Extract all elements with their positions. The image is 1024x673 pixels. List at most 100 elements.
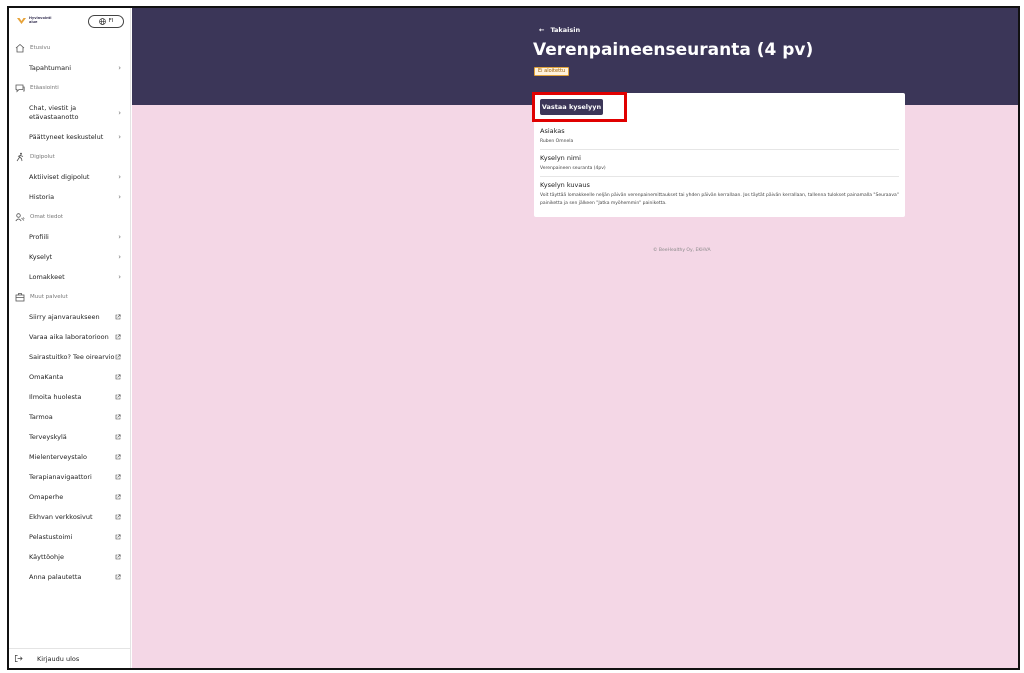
sidebar-item-label: Omaperhe (29, 492, 64, 501)
sidebar-item-label: Ekhvan verkkosivut (29, 512, 93, 521)
sidebar-item[interactable]: Kyselyt › (9, 247, 131, 267)
services-icon (15, 293, 25, 302)
chevron-right-icon: › (118, 193, 121, 201)
sidebar-item-label: Terveyskylä (29, 432, 67, 441)
sidebar-item-label: Aktiiviset digipolut (29, 172, 90, 181)
external-link-icon (115, 314, 121, 320)
logout-icon (14, 654, 23, 663)
field-value: Verenpaineen seuranta (4pv) (540, 166, 606, 171)
sidebar-item[interactable]: Käyttöohje (9, 547, 131, 567)
logo-text-line2: alue (29, 20, 38, 24)
external-link-icon (115, 534, 121, 540)
external-link-icon (115, 554, 121, 560)
section-label: Digipolut (30, 154, 55, 160)
back-link[interactable]: ← Takaisin (539, 26, 580, 34)
sidebar-item-label: Pelastustoimi (29, 532, 73, 541)
chevron-right-icon: › (118, 273, 121, 281)
questionnaire-card: Vastaa kyselyyn Asiakas Ruben Omnela Kys… (532, 92, 905, 217)
arrow-left-icon: ← (539, 26, 545, 34)
footer-copyright: © BeeHealthy Oy, EKHVA (653, 248, 711, 253)
chevron-right-icon: › (118, 108, 121, 117)
field-questionnaire-description: Kyselyn kuvaus Voit täyttää lomakkeelle … (540, 181, 899, 208)
sidebar-item[interactable]: Tapahtumani › (9, 58, 131, 78)
sidebar-section-header: Etusivu (9, 38, 131, 58)
sidebar-item-label: Mielenterveystalo (29, 452, 87, 461)
logout-button[interactable]: Kirjaudu ulos (9, 648, 131, 668)
sidebar-section-header: Muut palvelut (9, 287, 131, 307)
field-questionnaire-name: Kyselyn nimi Verenpaineen seuranta (4pv) (540, 154, 899, 173)
divider (540, 149, 899, 150)
status-badge: Ei aloitettu (534, 67, 570, 76)
page-title: Verenpaineenseuranta (4 pv) (533, 40, 814, 60)
sidebar-item-label: Käyttöohje (29, 552, 64, 561)
external-link-icon (115, 454, 121, 460)
sidebar-item[interactable]: Terveyskylä (9, 427, 131, 447)
sidebar-item[interactable]: Historia › (9, 187, 131, 207)
back-label: Takaisin (550, 26, 581, 34)
sidebar-item[interactable]: Sairastuitko? Tee oirearvio (9, 347, 131, 367)
chevron-right-icon: › (118, 64, 121, 72)
sidebar-item-label: Historia (29, 192, 55, 201)
home-icon (15, 43, 25, 53)
logo[interactable]: Hyvinvointi alue (17, 16, 51, 25)
sidebar-section-header: Digipolut (9, 147, 131, 167)
sidebar-item[interactable]: Pelastustoimi (9, 527, 131, 547)
sidebar-item-label: OmaKanta (29, 372, 64, 381)
sidebar-item[interactable]: Profiili › (9, 227, 131, 247)
language-button[interactable]: FI (88, 14, 124, 28)
sidebar-item-label: Varaa aika laboratorioon (29, 332, 109, 341)
sidebar-item[interactable]: OmaKanta (9, 367, 131, 387)
sidebar-item-label: Tarmoa (29, 412, 53, 421)
sidebar-item[interactable]: Siirry ajanvaraukseen (9, 307, 131, 327)
app-frame: Hyvinvointi alue FI Etusivu Tapahtumani › E… (7, 6, 1020, 670)
external-link-icon (115, 514, 121, 520)
sidebar-item[interactable]: Chat, viestit ja etävastaanotto › (9, 98, 131, 127)
logo-icon (17, 18, 26, 24)
chevron-right-icon: › (118, 133, 121, 141)
chevron-right-icon: › (118, 253, 121, 261)
sidebar-item[interactable]: Ilmoita huolesta (9, 387, 131, 407)
external-link-icon (115, 574, 121, 580)
sidebar-section-header: Etäasiointi (9, 78, 131, 98)
external-link-icon (115, 414, 121, 420)
sidebar-item[interactable]: Varaa aika laboratorioon (9, 327, 131, 347)
walk-icon (16, 152, 24, 162)
field-client: Asiakas Ruben Omnela (540, 127, 899, 146)
external-link-icon (115, 334, 121, 340)
divider (540, 176, 899, 177)
chevron-right-icon: › (118, 233, 121, 241)
sidebar-item-label: Siirry ajanvaraukseen (29, 312, 100, 321)
section-label: Etäasiointi (30, 85, 59, 91)
sidebar-item-label: Ilmoita huolesta (29, 392, 82, 401)
sidebar-item[interactable]: Aktiiviset digipolut › (9, 167, 131, 187)
language-label: FI (108, 18, 114, 24)
external-link-icon (115, 394, 121, 400)
field-label: Kyselyn kuvaus (540, 181, 590, 189)
sidebar-header: Hyvinvointi alue FI (9, 8, 130, 34)
sidebar-item-label: Chat, viestit ja etävastaanotto (29, 103, 79, 121)
globe-icon (98, 17, 106, 25)
sidebar-item[interactable]: Terapianavigaattori (9, 467, 131, 487)
sidebar-item-label: Lomakkeet (29, 272, 65, 281)
sidebar-item-label: Tapahtumani (29, 63, 72, 72)
sidebar-item[interactable]: Omaperhe (9, 487, 131, 507)
logout-label: Kirjaudu ulos (37, 654, 80, 663)
sidebar-item-label: Terapianavigaattori (29, 472, 92, 481)
sidebar-item[interactable]: Tarmoa (9, 407, 131, 427)
sidebar-item[interactable]: Mielenterveystalo (9, 447, 131, 467)
answer-questionnaire-button[interactable]: Vastaa kyselyyn (540, 99, 603, 115)
sidebar-item[interactable]: Ekhvan verkkosivut (9, 507, 131, 527)
external-link-icon (115, 354, 121, 360)
sidebar-item-label: Profiili (29, 232, 49, 241)
sidebar-item[interactable]: Anna palautetta (9, 567, 131, 587)
main-content: ← Takaisin Verenpaineenseuranta (4 pv) E… (132, 8, 1018, 668)
sidebar-item-label: Päättyneet keskustelut (29, 132, 104, 141)
sidebar: Hyvinvointi alue FI Etusivu Tapahtumani › E… (9, 8, 131, 668)
chevron-right-icon: › (118, 173, 121, 181)
field-value: Ruben Omnela (540, 139, 574, 144)
sidebar-item[interactable]: Lomakkeet › (9, 267, 131, 287)
sidebar-item[interactable]: Päättyneet keskustelut › (9, 127, 131, 147)
sidebar-item-label: Kyselyt (29, 252, 53, 261)
user-icon (15, 213, 25, 222)
sidebar-item-label: Anna palautetta (29, 572, 82, 581)
